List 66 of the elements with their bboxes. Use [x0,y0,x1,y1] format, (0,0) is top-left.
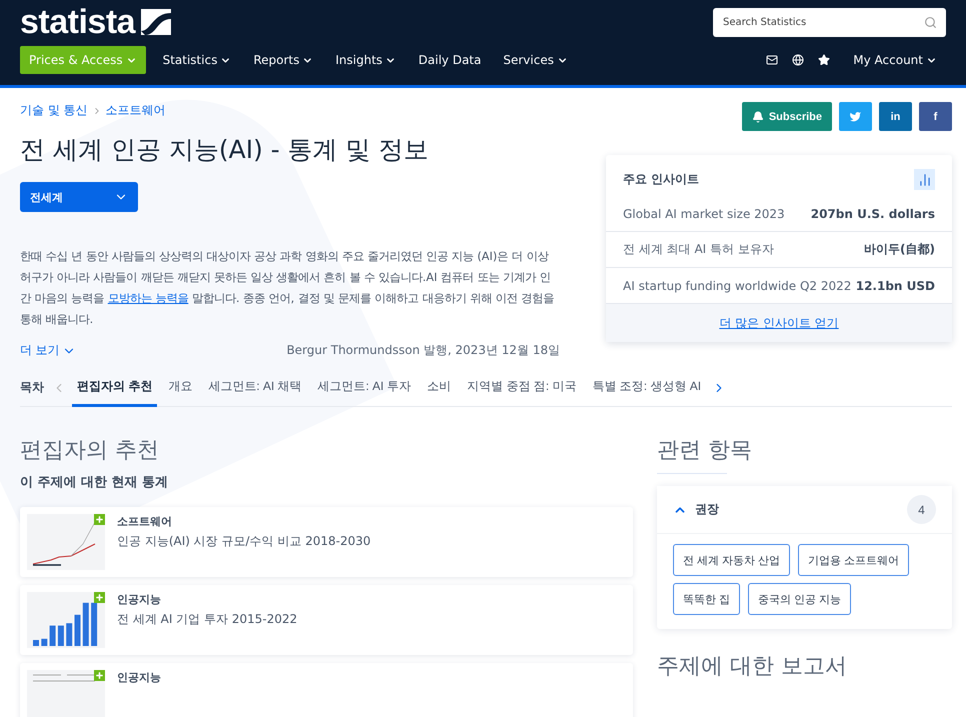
nav-item[interactable]: Insights [326,46,406,74]
bell-icon [752,110,764,122]
count-badge: 4 [907,495,936,524]
insight-label: AI startup funding worldwide Q2 2022 [623,278,852,292]
twitter-button[interactable] [839,102,872,131]
insight-label: Global AI market size 2023 [623,206,785,220]
insight-value: 207bn U.S. dollars [810,206,935,220]
region-dropdown[interactable]: 전세계 [20,182,138,212]
search-icon [924,16,937,28]
statistic-card[interactable]: 인공지능 전 세계 AI 기업 투자 2015-2022 [20,585,633,655]
card-category: 인공지능 [117,592,162,607]
globe-icon[interactable] [792,54,804,66]
breadcrumb-link[interactable]: 소프트웨어 [106,102,166,119]
accordion-header[interactable]: 권장 4 [657,486,952,534]
insight-label: 전 세계 최대 AI 특허 보유자 [623,241,774,258]
card-title[interactable]: 전 세계 AI 기업 투자 2015-2022 [117,611,298,628]
statista-logo[interactable]: statista [20,2,172,42]
toc-tab[interactable]: 특별 조정: 생성형 AI [587,368,706,406]
plus-icon[interactable] [94,592,105,603]
facebook-button[interactable]: f [919,102,952,131]
breadcrumb-link[interactable]: 기술 및 통신 [20,102,88,119]
card-category: 인공지능 [117,670,161,685]
bird-icon [849,110,862,123]
bar-chart-thumbnail-drawing [33,600,99,646]
byline: Bergur Thormundsson 발행, 2023년 12월 18일 [286,342,560,359]
toc-tab[interactable]: 소비 [422,368,456,406]
toc-tab[interactable]: 세그먼트: AI 채택 [203,368,307,406]
toc-tab[interactable]: 세그먼트: AI 투자 [312,368,416,406]
topic-tag[interactable]: 중국의 인공 지능 [748,583,852,615]
section-title: 주제에 대한 보고서 [657,653,848,681]
bar-chart-icon[interactable] [914,169,935,190]
text-link[interactable]: 모방하는 능력을 [108,292,188,305]
page-title: 전 세계 인공 지능(AI) - 통계 및 정보 [20,134,430,166]
section-title: 편집자의 추천 [20,437,160,465]
card-title[interactable]: 인공 지능(AI) 시장 규모/수익 비교 2018-2030 [117,533,371,550]
statistic-card[interactable]: 인공지능 [20,663,633,717]
nav-item[interactable]: Reports [244,46,322,74]
section-title: 관련 항목 [657,437,753,465]
topic-tag[interactable]: 기업용 소프트웨어 [798,544,910,576]
plus-icon[interactable] [94,514,105,525]
card-title: 주요 인사이트 [623,171,700,188]
insight-value: 바이두(自都) [864,241,935,258]
linkedin-button[interactable]: in [879,102,912,131]
account-menu[interactable]: My Account [844,46,946,74]
toc-tab[interactable]: 지역별 중점 점: 미국 [462,368,582,406]
topic-tag[interactable]: 똑똑한 집 [673,583,740,615]
nav-item[interactable]: Daily Data [409,46,490,74]
plus-icon[interactable] [94,670,105,681]
section-subtitle: 이 주제에 대한 현재 통계 [20,474,170,491]
search-field[interactable]: Search Statistics [713,8,946,36]
subscribe-button[interactable]: Subscribe [742,102,832,131]
more-link[interactable]: 더 보기 [20,342,76,359]
card-category: 소프트웨어 [117,514,173,529]
topic-tag[interactable]: 전 세계 자동차 산업 [673,544,790,576]
nav-item[interactable]: Services [494,46,577,74]
toc-label: 목차 [20,379,44,396]
more-insights-link[interactable]: 더 많은 인사이트 얻기 [719,314,839,332]
toc-tab[interactable]: 개요 [163,368,198,406]
description-paragraph: 한때 수십 년 동안 사람들의 상상력의 대상이자 공상 과학 영화의 주요 줄거리였던 인공 지능 (AI)은 더 이상 허구가 아니라 사람들이 깨닫든 깨닫지 못하든 일상 생활에서 흔히 볼 수 있습니다.AI 컴퓨터 또는 기계가 인간 마음의 능력을 모방하는 능력을 말합니다. 종종 언어, 결정 및 문제를 이해하고 대응하기 위해 이전 경험을 통해 배웁니다. [20,249,556,328]
mail-icon[interactable] [766,54,778,66]
toc-tab[interactable]: 편집자의 추천 [72,368,158,406]
insight-value: 12.1bn USD [856,278,935,292]
statistic-card[interactable]: 소프트웨어 인공 지능(AI) 시장 규모/수익 비교 2018-2030 [20,507,633,577]
nav-item[interactable]: Statistics [154,46,240,74]
table-thumbnail-drawing [33,674,95,682]
star-icon[interactable] [818,54,830,66]
